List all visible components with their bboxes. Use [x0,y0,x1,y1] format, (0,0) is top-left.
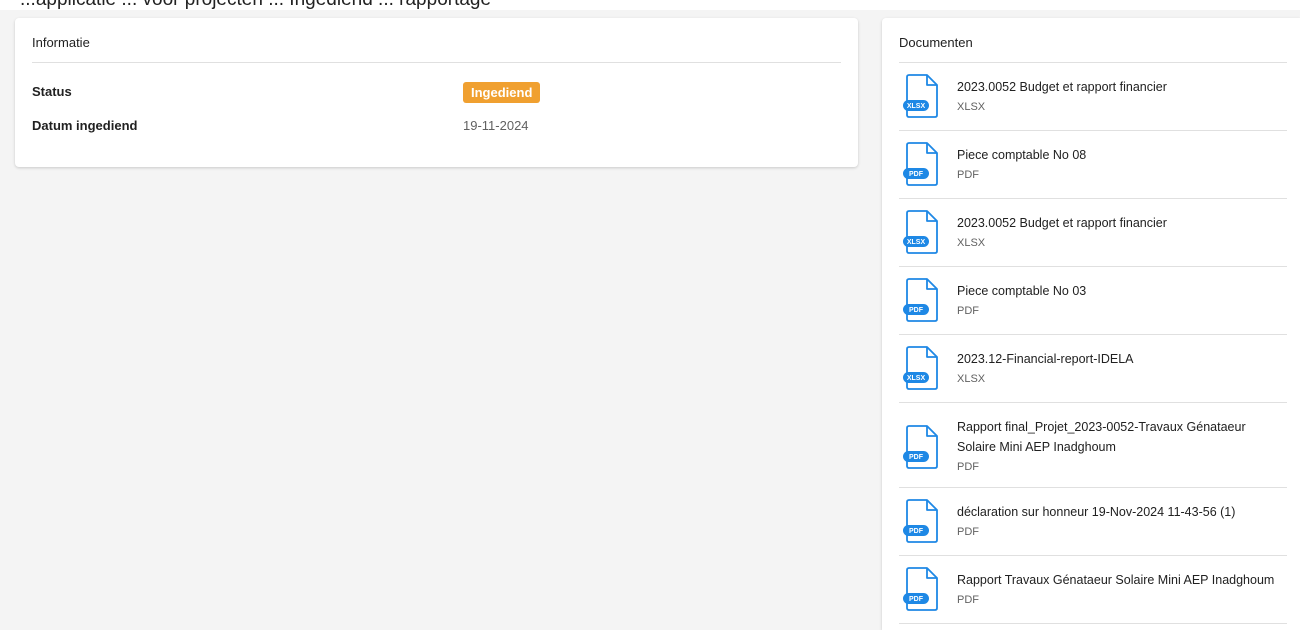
document-name[interactable]: déclaration sur honneur 19-Nov-2024 11-4… [957,502,1287,522]
pdf-file-icon: PDF [903,142,938,186]
info-card-title: Informatie [32,35,90,50]
document-type: XLSX [957,101,986,113]
document-name[interactable]: 2023.12-Financial-report-IDELA [957,349,1287,369]
document-type: XLSX [957,237,986,249]
document-type: PDF [957,594,979,606]
document-list: XLSX 2023.0052 Budget et rapport financi… [899,63,1287,624]
document-item[interactable]: PDF Piece comptable No 03 PDF [899,267,1287,335]
document-type: XLSX [957,373,986,385]
document-name[interactable]: Rapport Travaux Génataeur Solaire Mini A… [957,570,1287,590]
svg-text:PDF: PDF [909,454,924,461]
document-name[interactable]: Piece comptable No 03 [957,281,1287,301]
svg-text:XLSX: XLSX [907,103,926,110]
pdf-file-icon: PDF [903,425,938,469]
document-type: PDF [957,526,979,538]
xlsx-file-icon: XLSX [903,346,938,390]
date-submitted-row: Datum ingediend 19-11-2024 [32,116,841,136]
status-row: Status Ingediend [32,82,841,103]
document-type: PDF [957,169,979,181]
date-submitted-label: Datum ingediend [32,118,138,133]
document-item[interactable]: XLSX 2023.12-Financial-report-IDELA XLSX [899,335,1287,403]
svg-text:PDF: PDF [909,596,924,603]
info-card: Informatie Status Ingediend Datum ingedi… [15,18,858,167]
svg-text:PDF: PDF [909,171,924,178]
document-type: PDF [957,305,979,317]
pdf-file-icon: PDF [903,567,938,611]
document-name[interactable]: 2023.0052 Budget et rapport financier [957,77,1287,97]
document-type: PDF [957,461,979,473]
document-item[interactable]: PDF déclaration sur honneur 19-Nov-2024 … [899,488,1287,556]
pdf-file-icon: PDF [903,278,938,322]
xlsx-file-icon: XLSX [903,210,938,254]
divider [32,62,841,63]
date-submitted-value: 19-11-2024 [463,118,529,133]
document-name[interactable]: Piece comptable No 08 [957,145,1287,165]
pdf-file-icon: PDF [903,499,938,543]
document-item[interactable]: PDF Rapport final_Projet_2023-0052-Trava… [899,403,1287,488]
svg-text:XLSX: XLSX [907,239,926,246]
document-item[interactable]: PDF Piece comptable No 08 PDF [899,131,1287,199]
document-name[interactable]: 2023.0052 Budget et rapport financier [957,213,1287,233]
document-item[interactable]: XLSX 2023.0052 Budget et rapport financi… [899,199,1287,267]
page-header-text: ...applicatie ... voor projecten ... Ing… [20,0,491,10]
svg-text:PDF: PDF [909,307,924,314]
svg-text:XLSX: XLSX [907,375,926,382]
status-badge: Ingediend [463,82,541,103]
documents-card: Documenten XLSX 2023.0052 Budget et rapp… [882,18,1300,630]
document-item[interactable]: XLSX 2023.0052 Budget et rapport financi… [899,63,1287,131]
status-label: Status [32,84,72,99]
document-item[interactable]: PDF Rapport Travaux Génataeur Solaire Mi… [899,556,1287,624]
xlsx-file-icon: XLSX [903,74,938,118]
svg-text:PDF: PDF [909,528,924,535]
document-name[interactable]: Rapport final_Projet_2023-0052-Travaux G… [957,417,1287,457]
page-header-cutoff: ...applicatie ... voor projecten ... Ing… [0,0,1300,10]
documents-card-title: Documenten [899,35,973,50]
